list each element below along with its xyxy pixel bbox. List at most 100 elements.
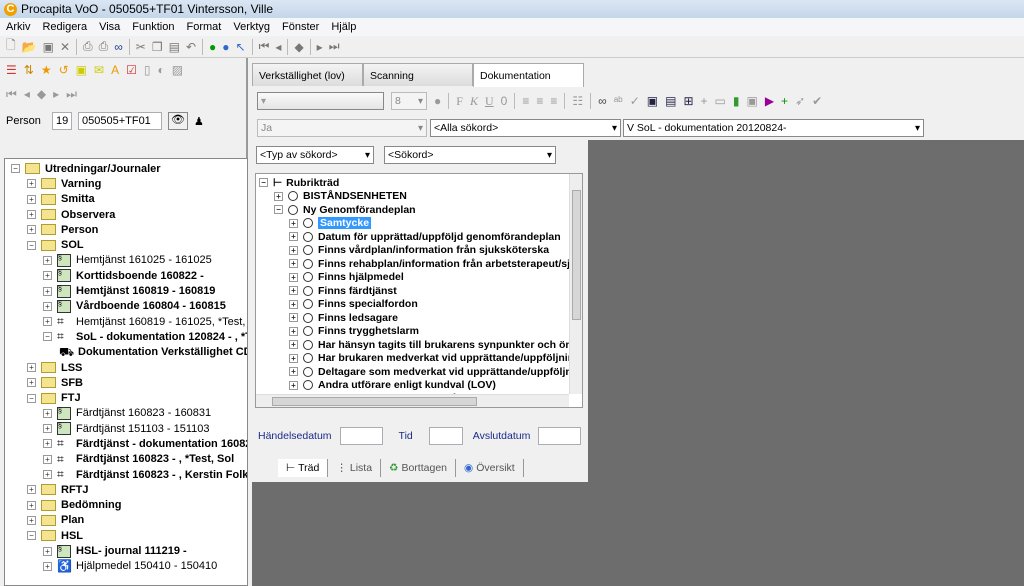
view-button[interactable]: 👁: [168, 112, 188, 130]
find-icon[interactable]: ∞: [598, 94, 607, 108]
undo-icon[interactable]: ↶: [186, 40, 196, 54]
abc-icon[interactable]: ᵃᵇ: [614, 94, 623, 108]
menu-visa[interactable]: Visa: [93, 21, 126, 33]
end-date-field[interactable]: [538, 427, 582, 445]
tree-node[interactable]: + Varning: [5, 176, 247, 191]
expand-icon[interactable]: +: [43, 286, 52, 296]
tree-node[interactable]: + ⌗ Hemtjänst 160819 - 161025, *Test, Sol: [5, 314, 247, 329]
vertical-scrollbar[interactable]: [569, 174, 582, 394]
prev-icon[interactable]: ◂: [275, 40, 281, 54]
first-icon[interactable]: ⏮: [259, 39, 270, 54]
person-number-field[interactable]: 19: [52, 112, 72, 130]
signature-icon[interactable]: A: [111, 63, 119, 77]
last-icon[interactable]: ⏭: [66, 87, 77, 102]
tree-node[interactable]: + Plan: [5, 513, 247, 528]
sort-icon[interactable]: ⇅: [24, 63, 34, 77]
rubrik-item[interactable]: + Finns specialfordon: [259, 298, 582, 312]
event-date-field[interactable]: [339, 427, 383, 445]
find-icon[interactable]: ∞: [114, 40, 123, 54]
font-size-select[interactable]: 8: [391, 92, 427, 110]
next-icon[interactable]: ▸: [317, 40, 323, 54]
tab-oversikt[interactable]: ◉ Översikt: [456, 459, 524, 477]
expand-icon[interactable]: +: [289, 326, 298, 336]
expand-icon[interactable]: +: [274, 191, 283, 201]
filter-icon[interactable]: ☰: [6, 63, 17, 77]
book-icon[interactable]: ▯: [144, 63, 151, 77]
expand-icon[interactable]: +: [43, 546, 52, 556]
expand-icon[interactable]: +: [27, 485, 36, 495]
collapse-icon[interactable]: −: [27, 240, 36, 250]
tree-node[interactable]: + Person: [5, 222, 247, 237]
print-preview-icon[interactable]: ⎙: [99, 39, 109, 54]
tree-node[interactable]: + ⌗ Färdtjänst 160823 - , Kerstin Folkeson: [5, 467, 247, 482]
tree-node[interactable]: ⛟ Dokumentation Verkställighet CD: [5, 345, 247, 360]
rubrik-item[interactable]: + Andra utförare enligt kundval (LOV): [259, 379, 582, 393]
expand-icon[interactable]: +: [43, 255, 52, 265]
checklist-icon[interactable]: ☑: [126, 63, 137, 77]
rubrik-item[interactable]: + Finns vårdplan/information från sjukskö…: [259, 244, 582, 258]
expand-icon[interactable]: +: [289, 259, 298, 269]
note-icon[interactable]: ▣: [76, 63, 87, 77]
star-icon[interactable]: ★: [41, 63, 52, 77]
expand-icon[interactable]: +: [27, 500, 36, 510]
expand-icon[interactable]: +: [43, 439, 52, 449]
tree-node[interactable]: + Observera: [5, 207, 247, 222]
spellcheck-icon[interactable]: ✓: [630, 94, 640, 108]
tree-node[interactable]: + SFB: [5, 375, 247, 390]
expand-icon[interactable]: +: [289, 286, 298, 296]
tree-node[interactable]: + Smitta: [5, 192, 247, 207]
expand-icon[interactable]: +: [43, 561, 52, 571]
last-icon[interactable]: ⏭: [329, 39, 340, 54]
expand-icon[interactable]: +: [43, 408, 52, 418]
tab-trad[interactable]: ⊢ Träd: [278, 459, 329, 477]
rubrik-item[interactable]: + Finns ledsagare: [259, 311, 582, 325]
tab-borttagen[interactable]: ♻ Borttagen: [381, 459, 457, 477]
menu-redigera[interactable]: Redigera: [36, 21, 93, 33]
mail-icon[interactable]: ✉: [94, 63, 104, 77]
expand-icon[interactable]: +: [27, 515, 36, 525]
expand-icon[interactable]: +: [289, 245, 298, 255]
whats-this-icon[interactable]: ↖: [236, 40, 246, 54]
document-select[interactable]: V SoL - dokumentation 20120824-: [623, 119, 924, 137]
menu-funktion[interactable]: Funktion: [126, 21, 180, 33]
menu-fonster[interactable]: Fönster: [276, 21, 325, 33]
bullets-icon[interactable]: ☷: [572, 94, 583, 108]
menu-verktyg[interactable]: Verktyg: [227, 21, 276, 33]
play-icon[interactable]: ▶: [765, 94, 774, 108]
collapse-icon[interactable]: −: [27, 531, 36, 541]
rubrik-item[interactable]: + Datum för upprättad/uppföljd genomföran…: [259, 230, 582, 244]
tree-node[interactable]: + ⌗ Färdtjänst 160823 - , *Test, Sol: [5, 452, 247, 467]
expand-icon[interactable]: +: [27, 225, 36, 235]
tree-node[interactable]: + LSS: [5, 360, 247, 375]
tree-node[interactable]: + § Färdtjänst 151103 - 151103: [5, 421, 247, 436]
tab-scanning[interactable]: Scanning: [363, 63, 473, 86]
align-center-icon[interactable]: ≡: [536, 94, 543, 108]
expand-icon[interactable]: +: [289, 313, 298, 323]
tab-dokumentation[interactable]: Dokumentation: [473, 63, 584, 87]
delete-icon[interactable]: ✕: [60, 40, 70, 54]
paste-icon[interactable]: ▤: [169, 40, 180, 54]
add-node-icon[interactable]: +: [701, 94, 708, 108]
collapse-icon[interactable]: −: [43, 332, 52, 342]
print-icon[interactable]: ⎙: [83, 39, 93, 54]
save-icon[interactable]: ▣: [43, 40, 54, 54]
horizontal-scrollbar[interactable]: [256, 394, 569, 407]
moon-icon[interactable]: ◐: [157, 63, 164, 77]
chart-icon[interactable]: ▨: [172, 63, 183, 77]
collapse-icon[interactable]: −: [274, 205, 283, 215]
rubrik-item[interactable]: − Ny Genomförandeplan: [259, 203, 582, 217]
expand-icon[interactable]: +: [43, 424, 52, 434]
save-doc-icon[interactable]: ▣: [746, 94, 757, 108]
expand-icon[interactable]: +: [27, 378, 36, 388]
tree-root[interactable]: − ⊢ Rubrikträd: [259, 176, 582, 190]
tree-node[interactable]: + § Korttidsboende 160822 -: [5, 268, 247, 283]
tree-node[interactable]: + § Hemtjänst 161025 - 161025: [5, 253, 247, 268]
tree-node[interactable]: + § HSL- journal 111219 -: [5, 543, 247, 558]
menu-arkiv[interactable]: Arkiv: [0, 21, 36, 33]
collapse-icon[interactable]: −: [259, 178, 268, 188]
rubrik-item[interactable]: + Deltagare som medverkat vid upprättande…: [259, 365, 582, 379]
rubrik-item[interactable]: + Finns rehabplan/information från arbets…: [259, 257, 582, 271]
tree-node[interactable]: + Bedömning: [5, 498, 247, 513]
all-keywords-select[interactable]: <Alla sökord>: [430, 119, 621, 137]
tree-node[interactable]: − FTJ: [5, 390, 247, 405]
